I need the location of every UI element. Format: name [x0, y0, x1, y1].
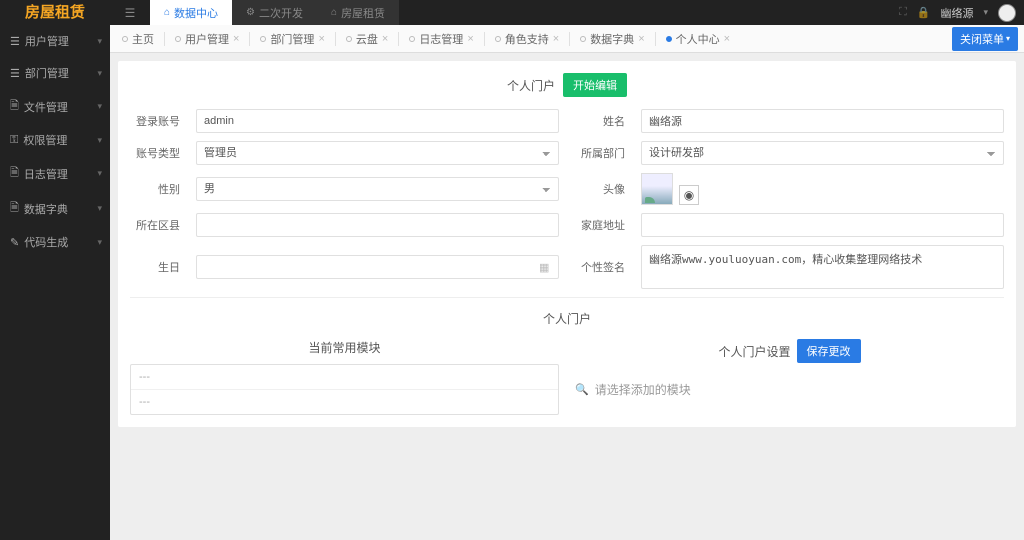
list-item[interactable]: ---	[131, 365, 558, 390]
page-tab-1[interactable]: 用户管理×	[169, 31, 245, 47]
user-name[interactable]: 幽络源	[940, 5, 973, 21]
label-name: 姓名	[575, 113, 625, 129]
lock-icon[interactable]: 🔒	[917, 6, 931, 19]
sidebar-item-3[interactable]: ⚿权限管理▾	[0, 124, 110, 156]
chevron-down-icon[interactable]: ▾	[983, 7, 988, 18]
edit-button[interactable]: 开始编辑	[563, 73, 627, 97]
main-tab-0[interactable]: ⌂数据中心	[150, 0, 232, 25]
page-tab-7[interactable]: 个人中心×	[660, 31, 736, 47]
page-tab-5[interactable]: 角色支持×	[489, 31, 565, 47]
dept-select[interactable]: 设计研发部	[641, 141, 1004, 165]
current-modules-title: 当前常用模块	[130, 339, 559, 356]
fullscreen-icon[interactable]: ⛶	[899, 6, 907, 19]
label-avatar: 头像	[575, 181, 625, 197]
area-input[interactable]	[196, 213, 559, 237]
sidebar-item-5[interactable]: 🗎数据字典▾	[0, 191, 110, 226]
brand-logo: 房屋租赁	[0, 0, 110, 25]
avatar-image	[641, 173, 673, 205]
portal-section-title: 个人门户	[130, 297, 1004, 339]
sidebar-item-6[interactable]: ✎代码生成▾	[0, 226, 110, 258]
label-dept: 所属部门	[575, 145, 625, 161]
list-item[interactable]: ---	[131, 390, 558, 414]
sidebar-item-4[interactable]: 🗎日志管理▾	[0, 156, 110, 191]
sidebar-item-0[interactable]: ☰用户管理▾	[0, 25, 110, 57]
label-login: 登录账号	[130, 113, 180, 129]
sidebar-item-1[interactable]: ☰部门管理▾	[0, 57, 110, 89]
main-tab-2[interactable]: ⌂房屋租赁	[317, 0, 399, 25]
save-button[interactable]: 保存更改	[797, 339, 861, 363]
page-tab-0[interactable]: 主页	[116, 31, 160, 47]
name-input[interactable]	[641, 109, 1004, 133]
addr-input[interactable]	[641, 213, 1004, 237]
main-tab-1[interactable]: ⚙二次开发	[232, 0, 317, 25]
signature-input[interactable]: 幽络源www.youluoyuan.com，精心收集整理网络技术	[641, 245, 1004, 289]
portal-settings-title: 个人门户设置	[718, 343, 790, 360]
camera-icon[interactable]: ◉	[679, 185, 699, 205]
label-gender: 性别	[130, 181, 180, 197]
label-area: 所在区县	[130, 217, 180, 233]
label-addr: 家庭地址	[575, 217, 625, 233]
close-icon[interactable]: ×	[638, 33, 644, 45]
close-icon[interactable]: ×	[382, 33, 388, 45]
accttype-select[interactable]: 管理员	[196, 141, 559, 165]
panel-title: 个人门户	[507, 77, 555, 94]
birth-input[interactable]	[196, 255, 559, 279]
close-icon[interactable]: ×	[467, 33, 473, 45]
close-icon[interactable]: ×	[553, 33, 559, 45]
login-input[interactable]	[196, 109, 559, 133]
label-sig: 个性签名	[575, 259, 625, 275]
label-birth: 生日	[130, 259, 180, 275]
close-menu-button[interactable]: 关闭菜单▾	[952, 27, 1018, 51]
avatar[interactable]	[998, 4, 1016, 22]
page-tab-2[interactable]: 部门管理×	[254, 31, 330, 47]
module-search-placeholder[interactable]: 请选择添加的模块	[595, 381, 691, 398]
gender-select[interactable]: 男	[196, 177, 559, 201]
close-icon[interactable]: ×	[233, 33, 239, 45]
page-tab-6[interactable]: 数据字典×	[574, 31, 650, 47]
page-tab-4[interactable]: 日志管理×	[403, 31, 479, 47]
close-icon[interactable]: ×	[318, 33, 324, 45]
sidebar-item-2[interactable]: 🗎文件管理▾	[0, 89, 110, 124]
search-icon: 🔍	[575, 383, 589, 396]
page-tab-3[interactable]: 云盘×	[340, 31, 394, 47]
close-icon[interactable]: ×	[724, 33, 730, 45]
menu-toggle-icon[interactable]: ☰	[110, 6, 150, 20]
label-accttype: 账号类型	[130, 145, 180, 161]
